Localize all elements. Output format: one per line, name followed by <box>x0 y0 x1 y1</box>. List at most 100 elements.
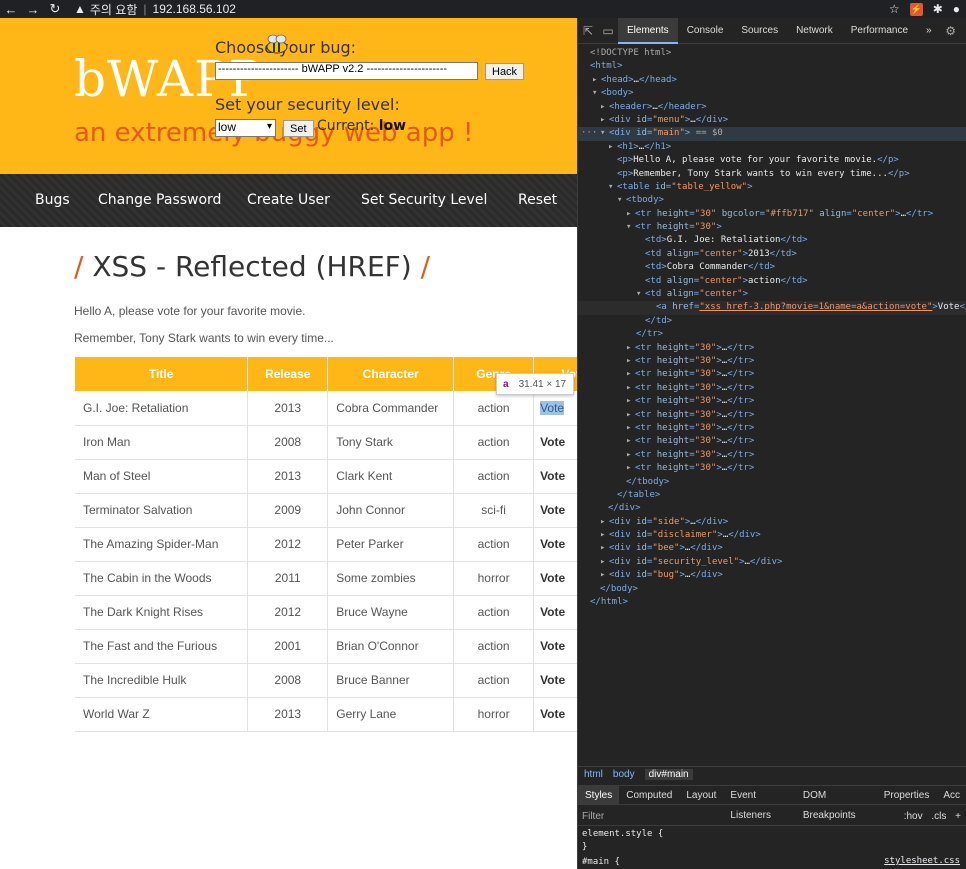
dom-line-selected[interactable]: ··· ▾ <div id="main"> == $0 <box>578 127 966 141</box>
dom-line[interactable]: <td align="center">action</td> <box>578 275 966 288</box>
dom-line[interactable]: ▸ <tr height="30">…</tr> <box>578 355 966 368</box>
extension-icon[interactable]: ⚡ <box>909 2 923 16</box>
dom-line[interactable]: ▸ <div id="security_level">…</div> <box>578 556 966 569</box>
styles-filter-input[interactable]: Filter :hov .cls + <box>578 808 966 826</box>
dom-line[interactable]: <p>Hello A, please vote for your favorit… <box>578 154 966 167</box>
star-icon[interactable]: ☆ <box>889 2 900 16</box>
vote-link[interactable]: Vote <box>533 595 577 630</box>
breadcrumb-html[interactable]: html <box>584 769 603 780</box>
reload-icon[interactable]: ↻ <box>44 1 66 17</box>
address-bar[interactable]: 192.168.56.102 <box>153 2 236 16</box>
cls-toggle[interactable]: .cls <box>931 811 946 822</box>
tab-accessibility[interactable]: Acc <box>936 786 966 804</box>
tab-console[interactable]: Console <box>678 18 733 44</box>
dom-line[interactable]: ▾ <td align="center"> <box>578 288 966 301</box>
gear-icon[interactable]: ⚙ <box>941 24 961 38</box>
breadcrumb-body[interactable]: body <box>613 769 635 780</box>
vote-link[interactable]: Vote <box>533 629 577 664</box>
dom-line[interactable]: <!DOCTYPE html> <box>578 47 966 60</box>
vote-link[interactable]: Vote <box>533 391 577 426</box>
devtools-tabs: ⇱ ▭ Elements Console Sources Network Per… <box>578 17 966 44</box>
inspect-icon[interactable]: ⇱ <box>578 24 598 38</box>
dom-line[interactable]: </div> <box>578 502 966 515</box>
dom-line[interactable]: <p>Remember, Tony Stark wants to win eve… <box>578 168 966 181</box>
dom-line[interactable]: ▾ <tbody> <box>578 194 966 207</box>
menu-bugs[interactable]: Bugs <box>35 192 70 208</box>
vote-link-highlighted[interactable]: Vote <box>540 400 565 415</box>
tab-sources[interactable]: Sources <box>732 18 787 44</box>
tab-layout[interactable]: Layout <box>679 786 723 804</box>
tab-event-listeners[interactable]: Event Listeners <box>723 786 795 821</box>
dom-line[interactable]: ▾ <table id="table_yellow"> <box>578 181 966 194</box>
dom-line[interactable]: </table> <box>578 489 966 502</box>
plus-icon[interactable]: + <box>955 811 961 822</box>
dom-line[interactable]: ▸ <header>…</header> <box>578 101 966 114</box>
menu-change-password[interactable]: Change Password <box>98 192 221 208</box>
warning-icon[interactable]: ▲ <box>74 2 86 16</box>
breadcrumb-div-main[interactable]: div#main <box>644 769 693 780</box>
dom-line[interactable]: </tbody> <box>578 476 966 489</box>
dom-line[interactable]: ▸ <h1>…</h1> <box>578 141 966 154</box>
set-button[interactable]: Set <box>283 120 314 137</box>
security-status[interactable]: 주의 요함 <box>90 1 138 18</box>
vote-link[interactable]: Vote <box>533 493 577 528</box>
tab-performance[interactable]: Performance <box>842 18 917 44</box>
dom-line[interactable]: ▸ <head>…</head> <box>578 74 966 87</box>
dom-line[interactable]: ▸ <div id="menu">…</div> <box>578 114 966 127</box>
back-icon[interactable]: ← <box>0 2 22 17</box>
tab-dom-breakpoints[interactable]: DOM Breakpoints <box>796 786 877 821</box>
dom-line[interactable]: </tr> <box>578 328 966 341</box>
vote-link[interactable]: Vote <box>533 561 577 596</box>
rule-element-style[interactable]: element.style { <box>582 828 663 841</box>
dom-line[interactable]: <td align="center">2013</td> <box>578 248 966 261</box>
dom-line[interactable]: </body> <box>578 583 966 596</box>
dom-line[interactable]: </html> <box>578 596 966 609</box>
dom-line[interactable]: <html> <box>578 60 966 73</box>
more-tabs-icon[interactable]: » <box>917 18 941 44</box>
dom-line[interactable]: <td>G.I. Joe: Retaliation</td> <box>578 234 966 247</box>
dom-line[interactable]: ▸ <tr height="30">…</tr> <box>578 422 966 435</box>
dom-line[interactable]: ▸ <div id="bug">…</div> <box>578 569 966 582</box>
dom-line[interactable]: ▸ <tr height="30">…</tr> <box>578 368 966 381</box>
dom-line[interactable]: ▸ <tr height="30">…</tr> <box>578 449 966 462</box>
rule-main[interactable]: #main { <box>582 856 663 869</box>
puzzle-icon[interactable]: ✱ <box>933 2 943 16</box>
dom-line[interactable]: ▸ <tr height="30">…</tr> <box>578 462 966 475</box>
security-level-select[interactable]: low ▾ <box>215 119 276 137</box>
dom-line[interactable]: ▸ <div id="bee">…</div> <box>578 542 966 555</box>
dom-line[interactable]: ▸ <tr height="30">…</tr> <box>578 342 966 355</box>
dom-line[interactable]: ▾ <tr height="30"> <box>578 221 966 234</box>
dom-line[interactable]: ▸ <tr height="30">…</tr> <box>578 382 966 395</box>
tab-computed[interactable]: Computed <box>619 786 679 804</box>
dom-line[interactable]: <td>Cobra Commander</td> <box>578 261 966 274</box>
hack-button[interactable]: Hack <box>485 63 525 80</box>
vote-link[interactable]: Vote <box>533 425 577 460</box>
vote-link[interactable]: Vote <box>533 663 577 698</box>
device-toolbar-icon[interactable]: ▭ <box>598 24 618 38</box>
dom-line[interactable]: ▸ <div id="side">…</div> <box>578 516 966 529</box>
tab-styles[interactable]: Styles <box>578 786 620 804</box>
dom-line[interactable]: </td> <box>578 315 966 328</box>
tab-elements[interactable]: Elements <box>618 17 678 44</box>
dom-line-link[interactable]: <a href="xss_href-3.php?movie=1&name=a&a… <box>578 301 966 315</box>
dom-line[interactable]: ▸ <tr height="30">…</tr> <box>578 395 966 408</box>
dom-line[interactable]: ▾ <body> <box>578 87 966 100</box>
stylesheet-link[interactable]: stylesheet.css <box>884 856 960 866</box>
vote-link[interactable]: Vote <box>533 697 577 732</box>
dom-line[interactable]: ▸ <tr height="30">…</tr> <box>578 435 966 448</box>
forward-icon[interactable]: → <box>22 2 44 17</box>
profile-icon[interactable]: ● <box>953 2 960 16</box>
dom-line[interactable]: ▸ <div id="disclaimer">…</div> <box>578 529 966 542</box>
menu-set-security-level[interactable]: Set Security Level <box>361 192 487 208</box>
bug-select[interactable]: ---------------------- bWAPP v2.2 ------… <box>215 62 478 80</box>
tab-properties[interactable]: Properties <box>877 786 937 804</box>
vote-link[interactable]: Vote <box>533 459 577 494</box>
dom-line[interactable]: ▸ <tr height="30" bgcolor="#ffb717" align… <box>578 208 966 221</box>
menu-create-user[interactable]: Create User <box>247 192 330 208</box>
security-level-value: low <box>218 120 237 134</box>
tab-network[interactable]: Network <box>787 18 842 44</box>
menu-reset[interactable]: Reset <box>518 192 557 208</box>
dom-line[interactable]: ▸ <tr height="30">…</tr> <box>578 409 966 422</box>
hov-toggle[interactable]: :hov <box>904 811 923 822</box>
vote-link[interactable]: Vote <box>533 527 577 562</box>
